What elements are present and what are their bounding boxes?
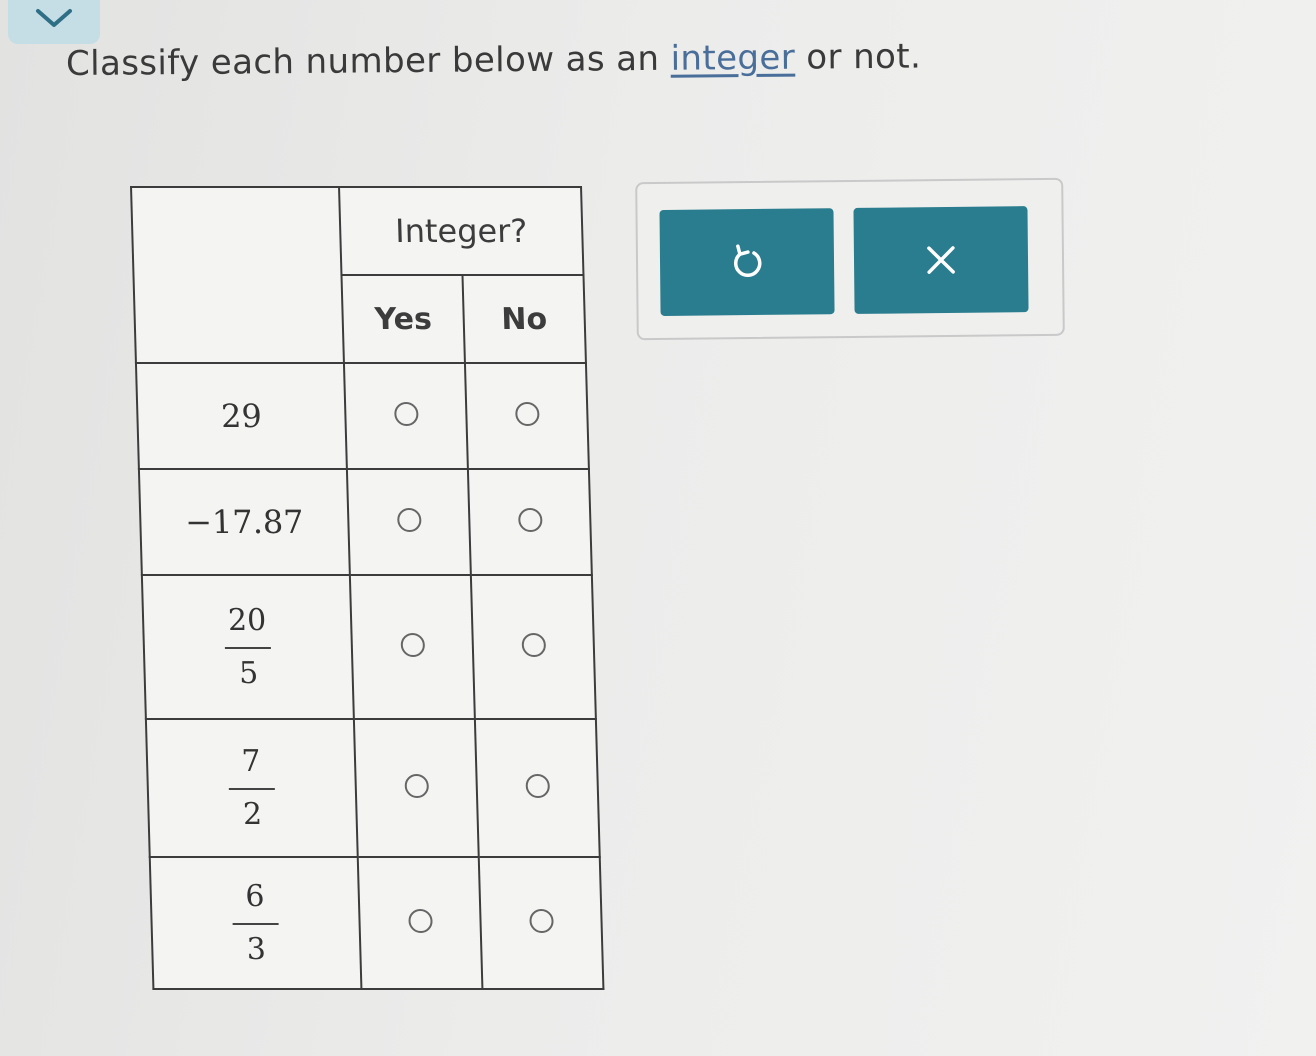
no-radio[interactable]: [514, 402, 540, 426]
number-cell: 29: [135, 363, 347, 469]
fraction-denominator: 2: [242, 797, 263, 832]
collapse-tab[interactable]: [8, 0, 100, 44]
yes-cell: [353, 719, 479, 857]
no-cell: [470, 575, 596, 719]
no-cell: [467, 469, 592, 575]
no-column-header: No: [462, 275, 586, 363]
undo-button[interactable]: [659, 208, 835, 316]
table-row: 20 5: [141, 575, 596, 719]
table-row: 7 2: [145, 719, 600, 857]
fraction-bar: [228, 788, 275, 790]
table-row: 6 3: [149, 857, 604, 989]
integer-group-header: Integer?: [339, 187, 584, 275]
table-row: 29: [135, 363, 589, 469]
fraction-numerator: 6: [244, 879, 265, 914]
yes-cell: [346, 469, 471, 575]
fraction: 20 5: [224, 603, 272, 691]
yes-radio[interactable]: [393, 402, 419, 426]
yes-radio[interactable]: [399, 633, 425, 657]
no-radio[interactable]: [517, 508, 543, 532]
number-cell: 7 2: [145, 719, 358, 857]
fraction-denominator: 5: [238, 656, 259, 691]
classification-table-wrap: Integer? Yes No 29 −17.87 20 5 7 2 6 3: [130, 186, 623, 992]
number-cell: −17.87: [138, 469, 350, 575]
yes-radio[interactable]: [403, 774, 429, 798]
no-cell: [474, 719, 600, 857]
yes-radio[interactable]: [407, 909, 433, 933]
fraction-numerator: 7: [241, 744, 262, 779]
no-cell: [478, 857, 604, 989]
integer-definition-link[interactable]: integer: [670, 38, 795, 79]
no-cell: [464, 363, 589, 469]
yes-cell: [349, 575, 475, 719]
fraction-numerator: 20: [227, 603, 267, 638]
classification-table: Integer? Yes No 29 −17.87 20 5 7 2 6 3: [130, 186, 605, 990]
question-prompt: Classify each number below as an integer…: [66, 37, 922, 84]
yes-cell: [357, 857, 483, 989]
yes-radio[interactable]: [396, 508, 422, 532]
answer-toolbar: [635, 177, 1065, 341]
screen: Classify each number below as an integer…: [0, 0, 1316, 1056]
fraction-bar: [224, 647, 271, 649]
yes-cell: [343, 363, 468, 469]
no-radio[interactable]: [524, 774, 550, 798]
clear-button[interactable]: [853, 206, 1029, 314]
no-radio[interactable]: [528, 909, 554, 933]
prompt-text-before: Classify each number below as an: [65, 38, 671, 84]
fraction: 7 2: [228, 744, 276, 832]
yes-column-header: Yes: [341, 275, 465, 363]
fraction-denominator: 3: [246, 932, 267, 967]
number-cell: 20 5: [141, 575, 354, 719]
close-icon: [927, 246, 955, 274]
fraction-bar: [232, 923, 279, 925]
no-radio[interactable]: [520, 633, 546, 657]
chevron-down-icon: [36, 9, 72, 27]
table-row: −17.87: [138, 469, 592, 575]
undo-icon: [734, 244, 762, 278]
prompt-text-after: or not.: [794, 36, 922, 78]
number-cell: 6 3: [149, 857, 362, 989]
fraction: 6 3: [231, 879, 279, 967]
number-column-header: [131, 187, 344, 363]
